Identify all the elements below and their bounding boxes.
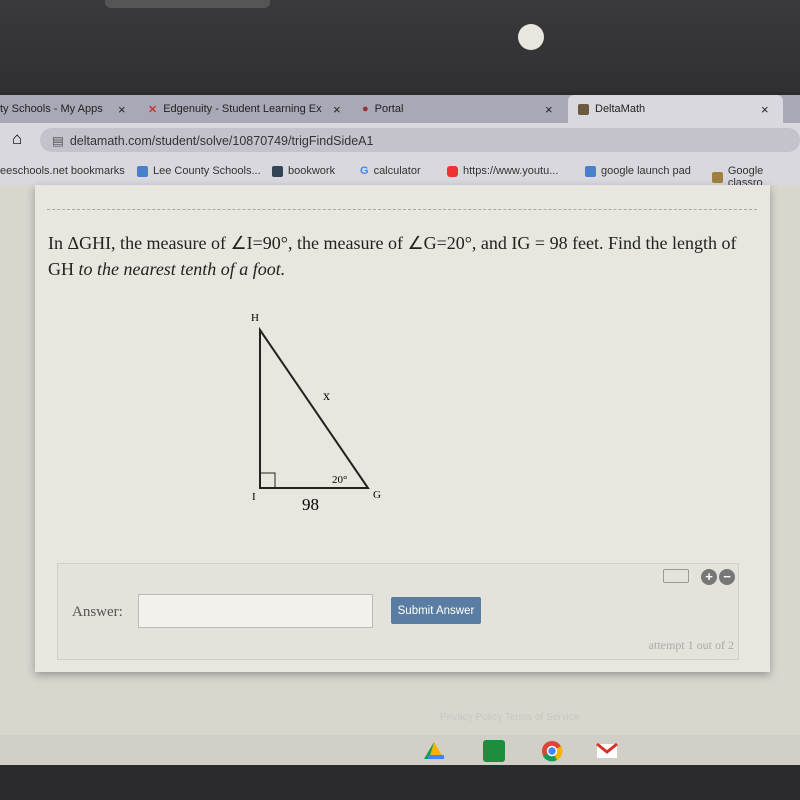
label-h: H	[251, 312, 259, 324]
home-icon[interactable]: ⌂	[12, 129, 22, 149]
edgenuity-icon: ✕	[148, 103, 158, 116]
answer-input[interactable]	[138, 594, 373, 628]
submit-answer-button[interactable]: Submit Answer	[391, 597, 481, 624]
attempt-counter: attempt 1 out of 2	[648, 638, 734, 652]
clapper-icon	[272, 165, 283, 177]
tab-strip: ty Schools - My Apps × ✕ Edgenuity - Stude…	[0, 95, 800, 123]
footer-links[interactable]: Privacy Policy Terms of Service	[440, 712, 579, 723]
url-text: deltamath.com/student/solve/10870749/tri…	[69, 134, 374, 148]
url-field[interactable]: ▤ deltamath.com/student/solve/10870749/tr…	[40, 128, 800, 152]
tab-edgenuity[interactable]: ✕ Edgenuity - Student Learning Ex ×	[148, 95, 353, 123]
problem-instruction: to the nearest tenth of a foot.	[78, 259, 286, 279]
triangle	[259, 326, 370, 489]
bookmark-label: google launch pad	[601, 165, 691, 177]
os-shelf	[0, 735, 800, 765]
google-icon: G	[360, 165, 369, 177]
youtube-icon	[447, 165, 458, 177]
bookmark-label: Lee County Schools...	[153, 165, 261, 177]
address-bar-row: ⌂ ▤ deltamath.com/student/solve/10870749/…	[0, 123, 800, 158]
laptop-bezel	[0, 0, 800, 92]
close-icon[interactable]: ×	[118, 102, 126, 117]
bookmark-label: calculator	[373, 165, 421, 177]
cloud-icon	[585, 165, 596, 177]
webcam	[518, 24, 544, 50]
page-content: In ΔGHI, the measure of ∠I=90°, the meas…	[0, 185, 800, 735]
keyboard-icon[interactable]	[663, 569, 689, 583]
tab-label: Portal	[374, 103, 404, 115]
bookmark[interactable]: Gcalculator	[360, 165, 421, 177]
label-angle: 20°	[332, 474, 347, 486]
problem-text: In ΔGHI, the measure of ∠I=90°, the meas…	[48, 230, 748, 282]
bookmark[interactable]: Lee County Schools...	[137, 165, 261, 177]
label-x: x	[323, 389, 330, 404]
tab-my-apps[interactable]: ty Schools - My Apps ×	[0, 95, 135, 123]
tab-label: ty Schools - My Apps	[0, 103, 103, 115]
zoom-in-icon[interactable]: +	[701, 569, 717, 585]
cloud-icon	[137, 165, 148, 177]
close-icon[interactable]: ×	[761, 102, 769, 117]
close-icon[interactable]: ×	[545, 102, 553, 117]
bookmark[interactable]: eeschools.net bookmarks	[0, 165, 125, 177]
close-icon[interactable]: ×	[333, 102, 341, 117]
classroom-icon	[712, 171, 723, 183]
zoom-out-icon[interactable]: −	[719, 569, 735, 585]
gmail-icon[interactable]	[596, 740, 618, 762]
triangle-diagram: H I G x 20° 98	[251, 312, 381, 514]
bookmarks-bar: eeschools.net bookmarks Lee County Schoo…	[0, 158, 800, 189]
bezel-detail	[105, 0, 270, 8]
label-base: 98	[302, 495, 319, 514]
tab-label: Edgenuity - Student Learning Ex	[163, 103, 322, 115]
answer-label: Answer:	[72, 604, 123, 620]
tab-label: DeltaMath	[595, 103, 646, 115]
classroom-icon[interactable]	[483, 740, 505, 762]
bookmark-label: bookwork	[288, 165, 336, 177]
divider	[47, 209, 757, 210]
portal-icon: ●	[362, 103, 369, 115]
chrome-icon[interactable]	[541, 740, 563, 762]
problem-card: In ΔGHI, the measure of ∠I=90°, the meas…	[35, 185, 770, 672]
bookmark-label: eeschools.net bookmarks	[0, 165, 125, 177]
drive-icon[interactable]	[423, 740, 445, 762]
deltamath-icon	[578, 103, 589, 115]
bookmark[interactable]: google launch pad	[585, 165, 691, 177]
right-angle-mark	[260, 472, 276, 488]
bookmark-label: https://www.youtu...	[463, 165, 559, 177]
bookmark[interactable]: https://www.youtu...	[447, 165, 558, 177]
label-g: G	[373, 489, 381, 501]
answer-area: + − Answer: Submit Answer attempt 1 out …	[57, 563, 739, 660]
tab-deltamath[interactable]: DeltaMath ×	[568, 95, 783, 123]
bookmark[interactable]: bookwork	[272, 165, 335, 177]
tab-portal[interactable]: ● Portal ×	[362, 95, 567, 123]
page-icon: ▤	[52, 134, 64, 148]
label-i: I	[252, 491, 256, 503]
